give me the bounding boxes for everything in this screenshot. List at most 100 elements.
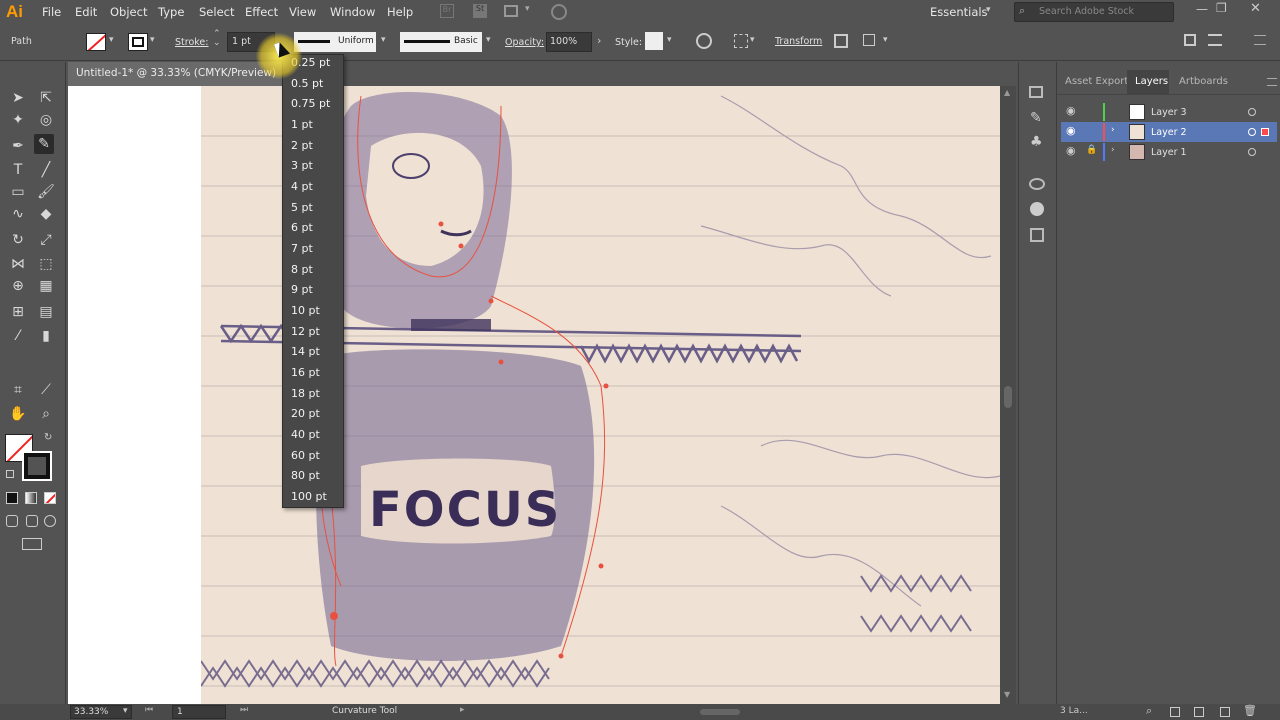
- vertical-scrollbar[interactable]: ▲ ▼: [1000, 86, 1016, 704]
- stroke-option[interactable]: 0.5 pt: [291, 77, 323, 90]
- line-tool-icon[interactable]: ╱: [36, 160, 56, 180]
- stroke-option[interactable]: 80 pt: [291, 469, 320, 482]
- document-tab[interactable]: Untitled-1* @ 33.33% (CMYK/Preview): [68, 62, 287, 86]
- first-artboard-icon[interactable]: ⏮: [145, 705, 153, 715]
- brush-definition[interactable]: Basic: [400, 32, 482, 52]
- layer-name[interactable]: Layer 3: [1151, 107, 1187, 118]
- stroke-option[interactable]: 9 pt: [291, 283, 313, 296]
- properties-icon[interactable]: [1029, 86, 1043, 98]
- expand-chevron-icon[interactable]: ›: [1111, 125, 1115, 135]
- workspace-switcher[interactable]: Essentials: [930, 5, 988, 19]
- menu-help[interactable]: Help: [387, 5, 413, 19]
- arrange-icon[interactable]: [863, 34, 875, 46]
- delete-layer-icon[interactable]: 🗑: [1243, 704, 1257, 717]
- panel-menu-icon[interactable]: [1254, 35, 1266, 45]
- opacity-label[interactable]: Opacity:: [505, 37, 544, 48]
- scroll-thumb[interactable]: [1004, 386, 1012, 408]
- restore-icon[interactable]: ❐: [1216, 1, 1227, 15]
- stroke-option[interactable]: 14 pt: [291, 345, 320, 358]
- draw-inside-icon[interactable]: [44, 515, 56, 527]
- menu-effect[interactable]: Effect: [245, 5, 278, 19]
- rotate-tool-icon[interactable]: ↻: [8, 230, 28, 250]
- graphic-styles-icon[interactable]: [1030, 202, 1044, 216]
- menu-object[interactable]: Object: [110, 5, 147, 19]
- distribute-icon[interactable]: [1208, 34, 1222, 46]
- eraser-tool-icon[interactable]: ◆: [36, 204, 56, 224]
- width-tool-icon[interactable]: ⋈: [8, 254, 28, 274]
- rectangle-tool-icon[interactable]: ▭: [8, 182, 28, 202]
- gradient-mode-icon[interactable]: [25, 492, 37, 504]
- chevron-down-icon[interactable]: ▾: [525, 4, 530, 14]
- layer-row-1[interactable]: ◉ 🔒 › Layer 1: [1061, 142, 1277, 162]
- chevron-down-icon[interactable]: ▾: [381, 35, 386, 45]
- stroke-option[interactable]: 40 pt: [291, 428, 320, 441]
- grid-icon[interactable]: [1184, 34, 1196, 46]
- lock-icon[interactable]: 🔒: [1086, 145, 1097, 155]
- recolor-artwork-icon[interactable]: [696, 33, 712, 49]
- tab-layers[interactable]: Layers: [1127, 70, 1169, 94]
- chevron-down-icon[interactable]: ▾: [667, 35, 672, 45]
- artboard-tool-icon[interactable]: ⌗: [8, 380, 28, 400]
- appearance-icon[interactable]: [1029, 178, 1045, 190]
- layer-name[interactable]: Layer 2: [1151, 127, 1187, 138]
- chevron-down-icon[interactable]: ▾: [883, 35, 888, 45]
- layer-name[interactable]: Layer 1: [1151, 147, 1187, 158]
- chevron-right-icon[interactable]: ›: [597, 34, 601, 47]
- chevron-down-icon[interactable]: ▾: [750, 35, 755, 45]
- visibility-eye-icon[interactable]: ◉: [1066, 124, 1076, 137]
- chevron-down-icon[interactable]: ▾: [986, 5, 991, 15]
- stroke-option[interactable]: 2 pt: [291, 139, 313, 152]
- new-layer-icon[interactable]: [1220, 707, 1230, 717]
- chevron-down-icon[interactable]: ▾: [486, 35, 491, 45]
- last-artboard-icon[interactable]: ⏭: [240, 705, 248, 715]
- stroke-label[interactable]: Stroke:: [175, 37, 208, 48]
- visibility-eye-icon[interactable]: ◉: [1066, 104, 1076, 117]
- target-icon[interactable]: [1248, 148, 1256, 156]
- screen-mode-icon[interactable]: [22, 538, 42, 550]
- perspective-grid-tool-icon[interactable]: ▦: [36, 276, 56, 296]
- brushes-icon[interactable]: ✎: [1030, 110, 1042, 126]
- artboard-navigation-field[interactable]: 1: [172, 705, 226, 719]
- target-icon[interactable]: [1248, 108, 1256, 116]
- type-tool-icon[interactable]: T: [8, 160, 28, 180]
- menu-view[interactable]: View: [289, 5, 316, 19]
- new-sublayer-icon[interactable]: [1194, 707, 1204, 717]
- free-transform-tool-icon[interactable]: ⬚: [36, 254, 56, 274]
- bridge-icon[interactable]: Br: [440, 4, 454, 18]
- horizontal-scroll-thumb[interactable]: [700, 709, 740, 715]
- locate-object-icon[interactable]: ⌕: [1146, 704, 1152, 718]
- tab-artboards[interactable]: Artboards: [1179, 76, 1228, 87]
- graphic-style-swatch[interactable]: [645, 32, 663, 50]
- stroke-option[interactable]: 10 pt: [291, 304, 320, 317]
- selection-indicator[interactable]: [1261, 128, 1269, 136]
- opacity-field[interactable]: 100%: [546, 32, 592, 52]
- lasso-tool-icon[interactable]: ◎: [36, 110, 56, 130]
- panel-menu-icon[interactable]: [1267, 78, 1277, 86]
- zoom-tool-icon[interactable]: ⌕: [36, 404, 56, 424]
- stroke-option[interactable]: 4 pt: [291, 180, 313, 193]
- variable-width-profile[interactable]: Uniform: [294, 32, 376, 52]
- stock-icon[interactable]: St: [473, 4, 487, 18]
- stock-search-field[interactable]: ⌕ Search Adobe Stock: [1014, 2, 1174, 22]
- chevron-down-icon[interactable]: ▾: [150, 35, 155, 45]
- minimize-icon[interactable]: —: [1196, 2, 1208, 16]
- isolate-icon[interactable]: [834, 34, 848, 48]
- stroke-option[interactable]: 8 pt: [291, 263, 313, 276]
- libraries-icon[interactable]: [1030, 228, 1044, 242]
- stroke-stepper[interactable]: ⌃ ⌄: [213, 30, 221, 48]
- canvas[interactable]: FOCUS: [68, 86, 1000, 704]
- stroke-option[interactable]: 7 pt: [291, 242, 313, 255]
- magic-wand-tool-icon[interactable]: ✦: [8, 110, 28, 130]
- stroke-weight-dropdown[interactable]: 0.25 pt 0.5 pt 0.75 pt 1 pt 2 pt 3 pt 4 …: [282, 54, 344, 508]
- swap-colors-icon[interactable]: ↻: [44, 432, 52, 443]
- stroke-option[interactable]: 3 pt: [291, 159, 313, 172]
- stroke-option[interactable]: 60 pt: [291, 449, 320, 462]
- transform-link[interactable]: Transform: [775, 36, 822, 47]
- menu-type[interactable]: Type: [158, 5, 184, 19]
- expand-chevron-icon[interactable]: ›: [1111, 145, 1115, 155]
- mesh-tool-icon[interactable]: ⊞: [8, 302, 28, 322]
- arrange-documents-icon[interactable]: [504, 5, 518, 17]
- stroke-option[interactable]: 12 pt: [291, 325, 320, 338]
- stroke-option[interactable]: 6 pt: [291, 221, 313, 234]
- stroke-option[interactable]: 1 pt: [291, 118, 313, 131]
